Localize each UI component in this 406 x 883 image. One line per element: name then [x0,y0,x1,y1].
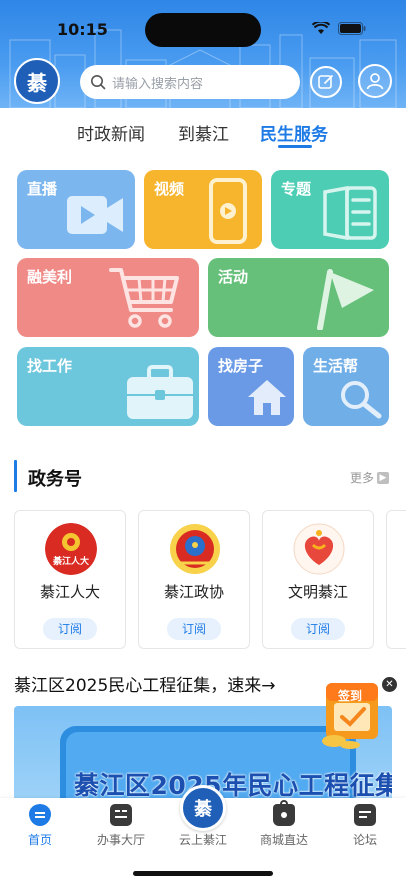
nav-home[interactable]: 首页 [2,804,78,848]
shopping-bag-icon [273,800,295,826]
briefcase-icon [127,365,193,419]
tab-livelihood-services[interactable]: 民生服务 [260,120,328,145]
nav-mall[interactable]: 商城直达 [246,800,322,848]
tile-live[interactable]: 直播 [17,170,135,249]
subscribe-button[interactable]: 订阅 [43,618,97,640]
nav-home-label: 首页 [27,833,52,847]
cppcc-emblem-icon [170,524,220,574]
cloud-qijiang-center-button[interactable]: 綦 [180,785,226,831]
dynamic-island [145,13,261,47]
nav-service-hall-label: 办事大厅 [96,833,145,847]
more-link[interactable]: 更多 ▶ [350,469,390,486]
people-congress-emblem-icon: 綦江人大 [45,523,97,575]
logo-text: 綦 [27,70,47,95]
civilization-heart-emblem-icon [293,523,345,575]
book-icon [323,185,377,241]
status-time: 10:15 [57,20,108,39]
nav-forum-label: 论坛 [352,833,377,847]
edit-icon [318,75,333,89]
tile-life-help-label: 生活帮 [313,357,359,375]
tile-activities[interactable]: 活动 [208,258,389,337]
tile-video-label: 视频 [154,180,185,198]
search-bar[interactable]: 请输入搜索内容 [80,65,300,99]
battery-icon [338,22,366,35]
top-tabs: 时政新闻 到綦江 民生服务 [0,108,406,156]
home-indicator [133,871,273,876]
tile-find-house[interactable]: 找房子 [208,347,294,426]
account-card-partial[interactable] [386,510,406,649]
chevron-right-icon: ▶ [377,471,390,484]
shopping-cart-icon [109,268,179,328]
checkin-widget[interactable]: 签到 [320,675,384,749]
phone-video-icon [209,178,247,244]
tile-live-label: 直播 [27,180,58,198]
tile-find-house-label: 找房子 [218,357,264,375]
subscribe-button[interactable]: 订阅 [291,618,345,640]
tile-video[interactable]: 视频 [144,170,262,249]
wifi-icon [312,22,330,34]
tile-life-help[interactable]: 生活帮 [303,347,389,426]
tile-rongmeili-label: 融美利 [27,268,73,286]
tile-find-job[interactable]: 找工作 [17,347,199,426]
subscribe-button[interactable]: 订阅 [167,618,221,640]
account-name: 綦江政协 [163,583,224,601]
app-header: 10:15 綦 请输入搜索内容 [0,0,406,108]
account-card-zx[interactable]: 綦江政协 订阅 [138,510,250,649]
nav-forum[interactable]: 论坛 [327,804,403,848]
search-icon [91,75,106,90]
play-video-icon [67,196,123,234]
account-card-rd[interactable]: 綦江人大 綦江人大 订阅 [14,510,126,649]
service-hall-icon [110,804,132,826]
tile-activities-label: 活动 [218,268,249,286]
section-accent-bar [14,460,17,492]
tab-news[interactable]: 时政新闻 [77,120,145,145]
tile-find-job-label: 找工作 [27,357,73,375]
flag-icon [317,269,374,330]
promo-title[interactable]: 綦江区2025民心工程征集，速来→ [14,671,276,696]
account-name: 文明綦江 [287,583,348,601]
banner-text: 綦江区2025年民心工程征集 [74,771,392,800]
tile-rongmeili[interactable]: 融美利 [17,258,199,337]
user-icon [366,73,384,90]
close-icon[interactable]: ✕ [382,677,397,692]
seal-text: 綦江人大 [52,555,89,567]
nav-cloud-qijiang-label: 云上綦江 [178,833,227,847]
forum-chat-icon [354,804,376,826]
section-title: 政务号 [28,469,82,490]
app-logo[interactable]: 綦 [14,58,60,104]
search-placeholder: 请输入搜索内容 [112,76,204,92]
house-icon [248,380,286,415]
checkin-label: 签到 [338,689,363,703]
tile-topics-label: 专题 [281,180,312,198]
account-card-wm[interactable]: 文明綦江 订阅 [262,510,374,649]
active-tab-indicator [278,145,312,148]
home-icon [29,804,51,826]
edit-button[interactable] [310,66,342,98]
status-icons [312,22,366,35]
tab-to-qijiang[interactable]: 到綦江 [178,120,229,145]
user-profile-button[interactable] [358,64,392,98]
nav-mall-label: 商城直达 [259,833,308,847]
account-name: 綦江人大 [39,583,100,601]
more-label: 更多 [350,471,375,485]
center-logo-text: 綦 [194,799,212,820]
nav-service-hall[interactable]: 办事大厅 [83,804,159,848]
magnifier-icon [341,381,382,419]
tile-topics[interactable]: 专题 [271,170,389,249]
